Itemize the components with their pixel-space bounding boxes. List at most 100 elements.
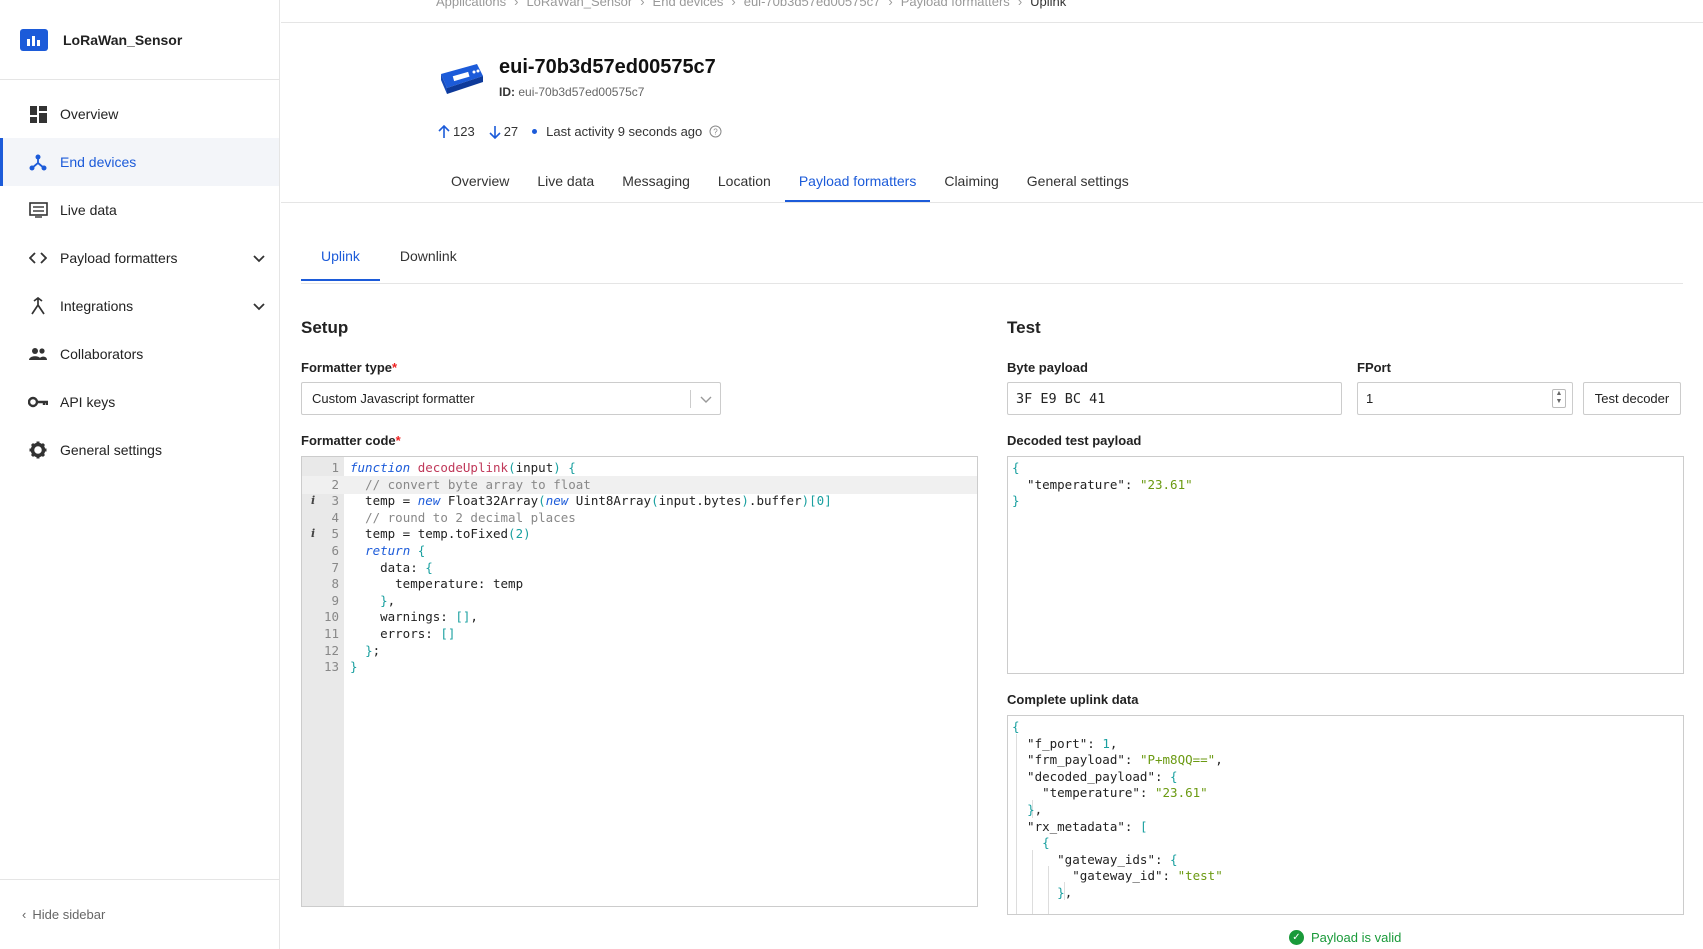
code-line[interactable]: 11 errors: [] (302, 625, 977, 643)
device-id-label: ID: (499, 85, 515, 99)
json-line: "gateway_id": "test" (1008, 867, 1683, 885)
byte-payload-input[interactable]: 3F E9 BC 41 (1007, 382, 1342, 415)
code-line[interactable]: 4 // round to 2 decimal places (302, 509, 977, 527)
json-line: "rx_metadata": [ (1008, 818, 1683, 836)
chevron-down-icon[interactable] (253, 250, 265, 266)
setup-heading: Setup (301, 318, 349, 337)
tab-location[interactable]: Location (704, 166, 785, 202)
complete-uplink-output[interactable]: { "f_port": 1, "frm_payload": "P+m8QQ=="… (1007, 715, 1684, 915)
formatter-type-select[interactable]: Custom Javascript formatter (301, 382, 721, 415)
line-number: 3 (331, 493, 339, 509)
key-icon (28, 392, 48, 412)
breadcrumb-item[interactable]: End devices (653, 0, 724, 9)
code-line[interactable]: 13} (302, 658, 977, 676)
sidebar-item-overview[interactable]: Overview (0, 90, 279, 138)
app-root: LoRaWan_Sensor Overview End devices Live… (0, 0, 1703, 949)
byte-payload-label: Byte payload (1007, 360, 1088, 375)
devices-icon (28, 152, 48, 172)
breadcrumb-item[interactable]: LoRaWan_Sensor (526, 0, 632, 9)
code-line[interactable]: 6 return { (302, 542, 977, 560)
test-heading: Test (1007, 318, 1041, 337)
code-line[interactable]: 12 }; (302, 642, 977, 660)
json-text: "gateway_id": "test" (1012, 868, 1223, 884)
tab-messaging[interactable]: Messaging (608, 166, 704, 202)
code-text: temp = temp.toFixed(2) (350, 526, 531, 542)
help-icon[interactable]: ? (709, 125, 722, 138)
valid-message: Payload is valid (1311, 930, 1402, 945)
code-line[interactable]: i5 temp = temp.toFixed(2) (302, 525, 977, 543)
json-line: }, (1008, 801, 1683, 819)
last-activity: Last activity 9 seconds ago ? (532, 124, 722, 139)
json-line: { (1008, 718, 1683, 736)
tab-uplink[interactable]: Uplink (301, 242, 380, 281)
arrow-up-icon (438, 124, 450, 138)
uplink-counter: 123 (438, 124, 475, 139)
divider (301, 283, 1683, 284)
json-text: { (1012, 719, 1020, 734)
sidebar-item-label: Payload formatters (60, 250, 178, 266)
sidebar-item-api-keys[interactable]: API keys (0, 378, 279, 426)
test-decoder-button[interactable]: Test decoder (1583, 382, 1681, 415)
sidebar-nav: Overview End devices Live data Payload f… (0, 80, 279, 474)
decoded-payload-label: Decoded test payload (1007, 433, 1142, 448)
decoded-payload-output[interactable]: { "temperature": "23.61"} (1007, 456, 1684, 674)
code-text: }; (365, 642, 381, 658)
tab-overview[interactable]: Overview (437, 166, 523, 202)
check-circle-icon: ✓ (1289, 930, 1304, 945)
sidebar-item-live-data[interactable]: Live data (0, 186, 279, 234)
code-line[interactable]: 7 data: { (302, 559, 977, 577)
sidebar-item-general-settings[interactable]: General settings (0, 426, 279, 474)
json-line: "f_port": 1, (1008, 735, 1683, 753)
json-line: { (1008, 459, 1683, 477)
breadcrumb-item[interactable]: Payload formatters (901, 0, 1010, 9)
line-number: 10 (323, 609, 339, 625)
code-line[interactable]: 2 // convert byte array to float (302, 475, 977, 494)
sidebar-header[interactable]: LoRaWan_Sensor (0, 0, 279, 80)
line-number: 12 (323, 642, 339, 658)
code-line[interactable]: 1 function decodeUplink(input) { (302, 459, 977, 477)
json-text: } (1012, 493, 1020, 509)
sidebar-item-payload-formatters[interactable]: Payload formatters (0, 234, 279, 282)
uplink-count: 123 (453, 124, 475, 139)
people-icon (28, 344, 48, 364)
line-number: 8 (331, 576, 339, 592)
last-activity-text: Last activity 9 seconds ago (546, 124, 703, 139)
json-line: "gateway_ids": { (1008, 851, 1683, 869)
formatter-code-editor[interactable]: 1 function decodeUplink(input) {2 // conv… (301, 456, 978, 907)
tab-downlink[interactable]: Downlink (380, 242, 477, 281)
json-text: { (1042, 835, 1050, 851)
code-line[interactable]: 9 }, (302, 592, 977, 610)
chevron-left-icon: ‹ (22, 907, 27, 922)
code-text: data: { (350, 559, 433, 575)
hide-sidebar-button[interactable]: ‹ Hide sidebar (0, 879, 279, 949)
tab-payload-formatters[interactable]: Payload formatters (784, 166, 931, 202)
breadcrumb-item[interactable]: eui-70b3d57ed00575c7 (744, 0, 881, 9)
json-text: "rx_metadata": [ (1012, 818, 1148, 834)
complete-uplink-label: Complete uplink data (1007, 692, 1139, 707)
sidebar-item-label: General settings (60, 442, 162, 458)
sidebar-item-end-devices[interactable]: End devices (0, 138, 279, 186)
fport-input[interactable]: 1 ▲ ▼ (1357, 382, 1573, 415)
code-line[interactable]: i3 temp = new Float32Array(new Uint8Arra… (302, 492, 977, 510)
json-text: "decoded_payload": { (1012, 768, 1178, 784)
tab-live-data[interactable]: Live data (523, 166, 608, 202)
device-id: ID: eui-70b3d57ed00575c7 (499, 85, 644, 99)
tab-claiming[interactable]: Claiming (930, 166, 1012, 202)
sidebar-item-integrations[interactable]: Integrations (0, 282, 279, 330)
chevron-down-icon[interactable] (253, 298, 265, 314)
downlink-count: 27 (503, 124, 519, 139)
line-number: 2 (331, 476, 339, 492)
sidebar-item-collaborators[interactable]: Collaborators (0, 330, 279, 378)
fport-label: FPort (1357, 360, 1391, 375)
code-line[interactable]: 8 temperature: temp (302, 575, 977, 593)
tab-general-settings[interactable]: General settings (1013, 166, 1143, 202)
line-number: 4 (331, 509, 339, 525)
device-stats: 123 27 Last activity 9 seconds ago ? (438, 124, 722, 139)
line-number: 7 (331, 559, 339, 575)
code-text: function decodeUplink(input) { (350, 460, 576, 475)
number-stepper-icon[interactable]: ▲ ▼ (1552, 389, 1566, 408)
downlink-counter: 27 (489, 124, 518, 139)
sidebar-item-label: Integrations (60, 298, 134, 314)
breadcrumb-item[interactable]: Applications (436, 0, 506, 9)
code-line[interactable]: 10 warnings: [], (302, 608, 977, 626)
